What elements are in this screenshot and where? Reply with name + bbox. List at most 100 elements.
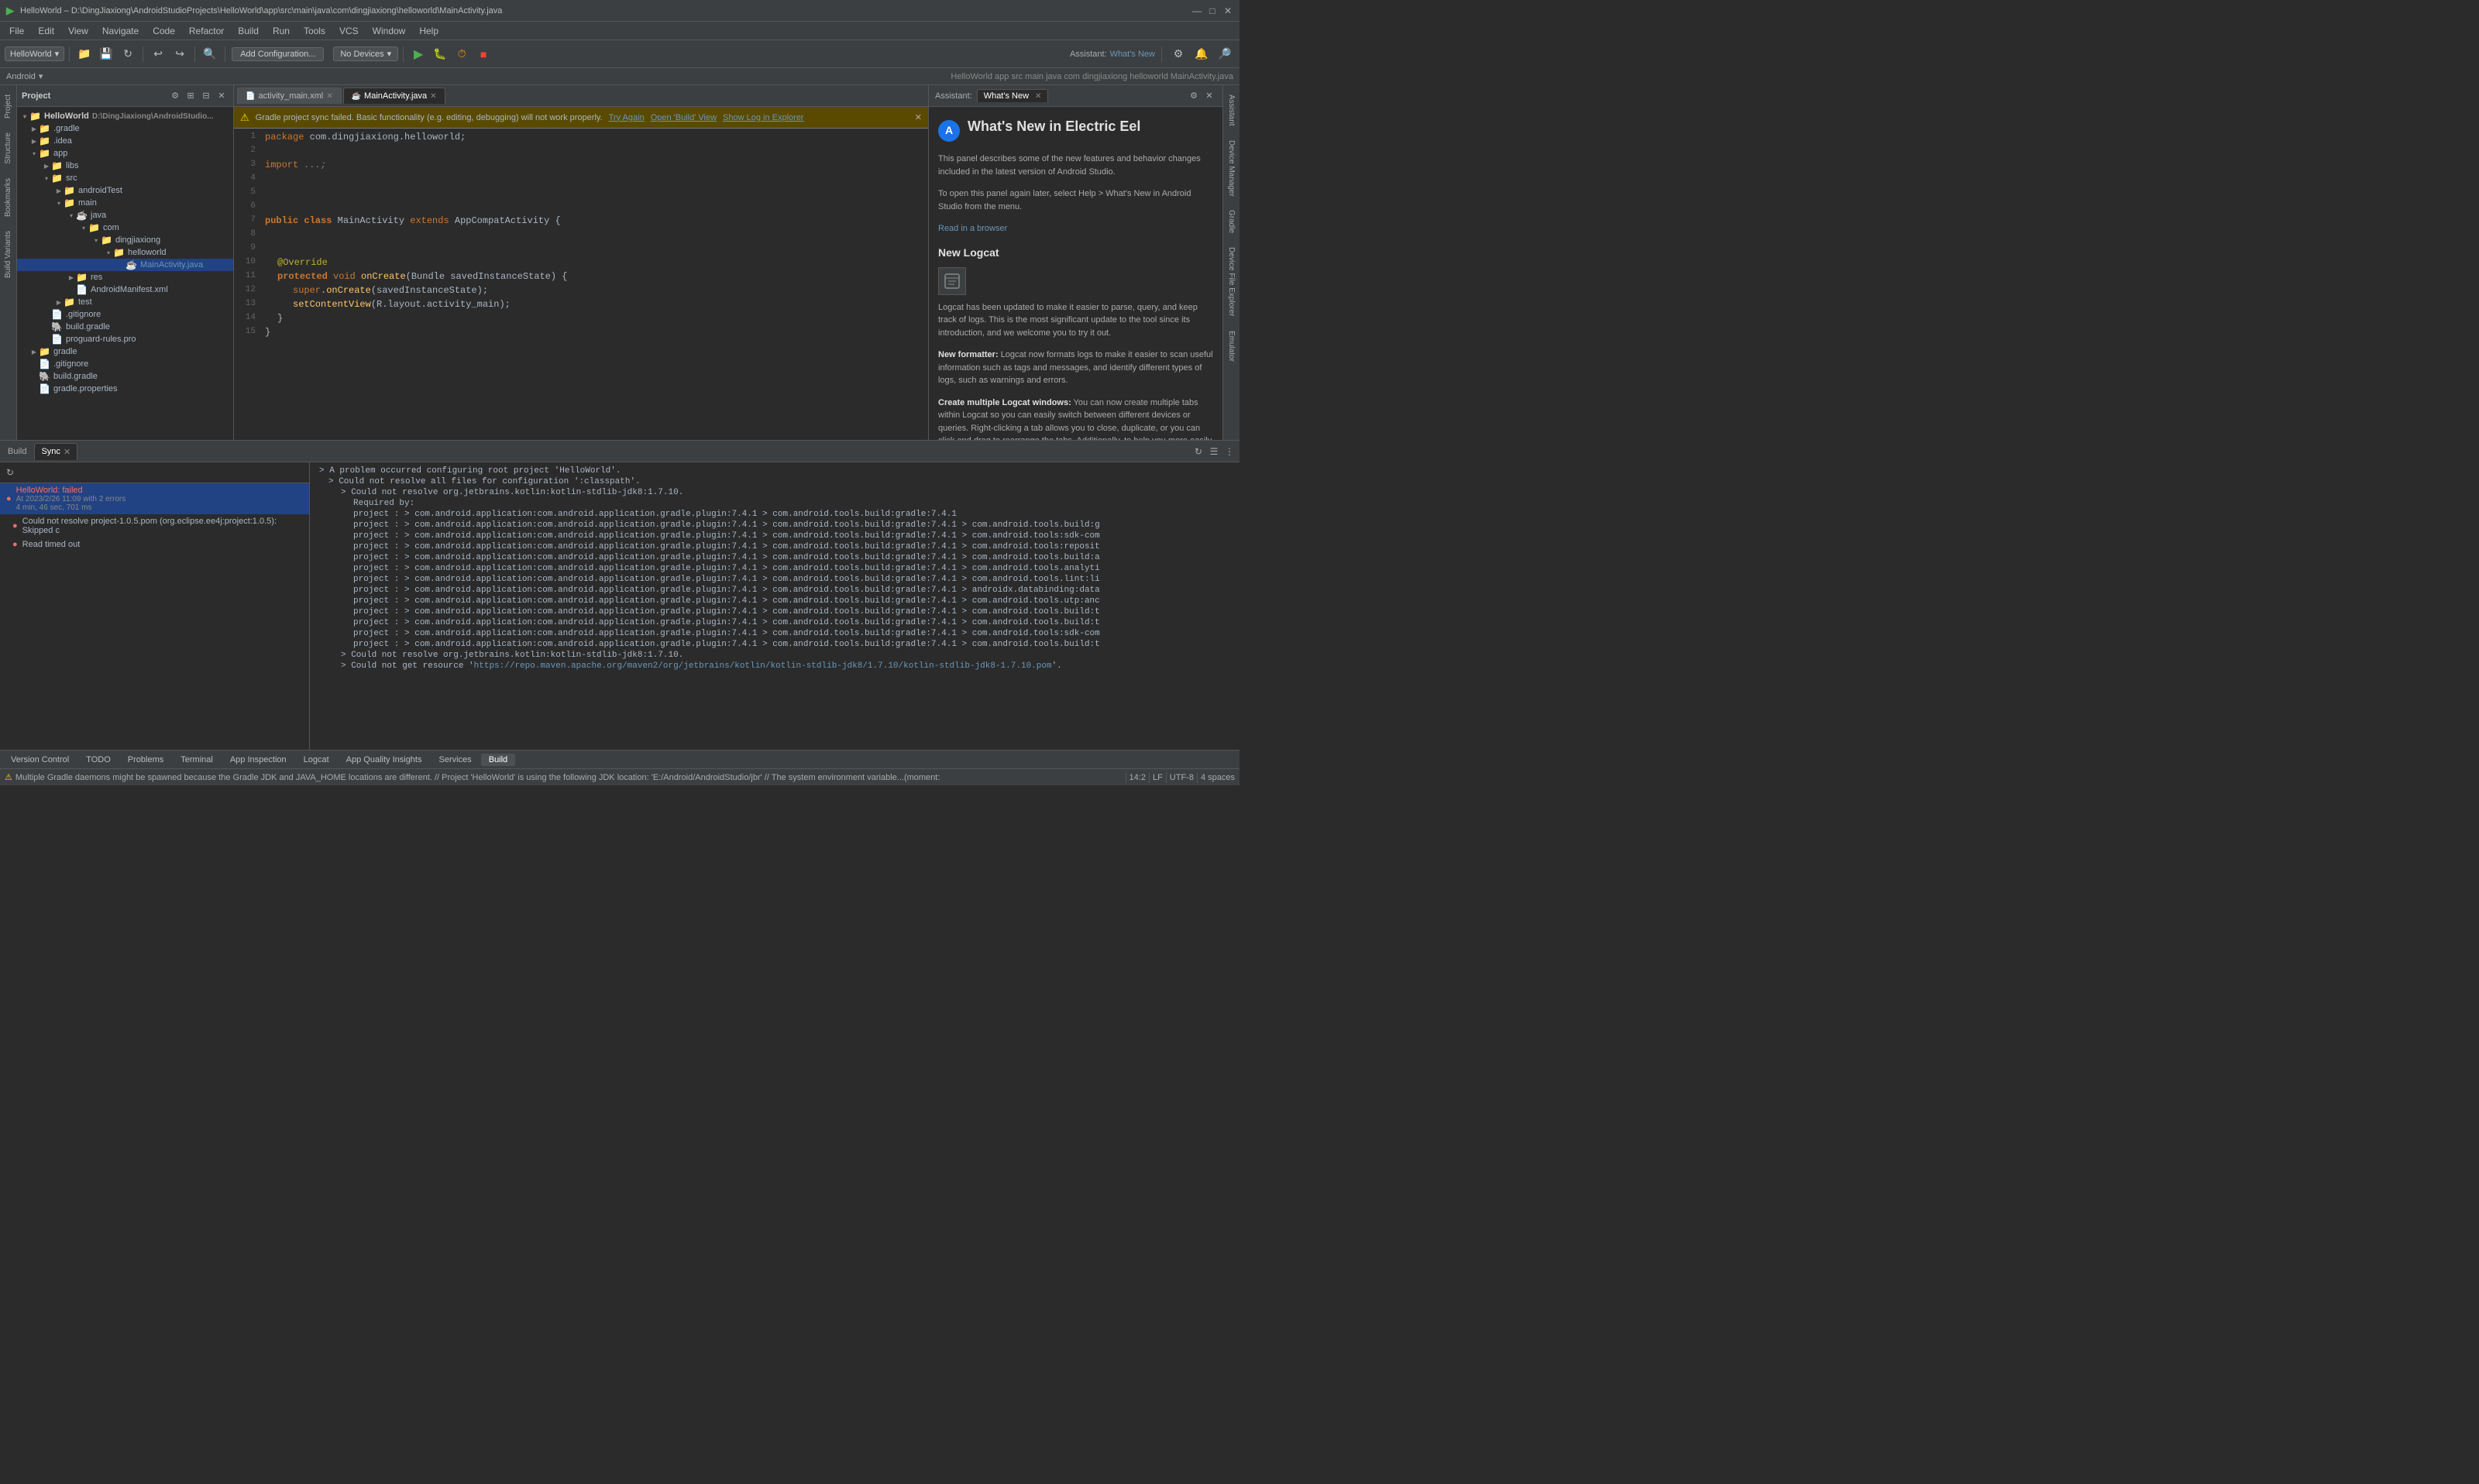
toolbar-open[interactable]: 📁 bbox=[74, 44, 95, 64]
tree-item-gitignore-app[interactable]: 📄 .gitignore bbox=[17, 308, 233, 321]
tool-tab-terminal[interactable]: Terminal bbox=[173, 754, 221, 766]
run-button[interactable]: ▶ bbox=[408, 44, 428, 64]
right-tab-assistant[interactable]: Assistant bbox=[1225, 88, 1238, 132]
bottom-panel-build-label[interactable]: Build bbox=[3, 445, 31, 458]
tree-item-idea[interactable]: ▶ 📁 .idea bbox=[17, 135, 233, 147]
tool-tab-version-control[interactable]: Version Control bbox=[3, 754, 77, 766]
tree-item-gradle-hidden[interactable]: ▶ 📁 .gradle bbox=[17, 122, 233, 135]
tree-item-build-gradle-app[interactable]: 🐘 build.gradle bbox=[17, 321, 233, 333]
debug-button[interactable]: 🐛 bbox=[430, 44, 450, 64]
menu-vcs[interactable]: VCS bbox=[333, 24, 365, 38]
tree-item-test[interactable]: ▶ 📁 test bbox=[17, 296, 233, 308]
stop-button[interactable]: ■ bbox=[473, 44, 493, 64]
toolbar-save[interactable]: 💾 bbox=[96, 44, 116, 64]
sidebar-tab-structure[interactable]: Structure bbox=[2, 126, 15, 170]
assistant-read-browser-link[interactable]: Read in a browser bbox=[938, 224, 1007, 233]
tree-item-manifest[interactable]: 📄 AndroidManifest.xml bbox=[17, 283, 233, 296]
menu-edit[interactable]: Edit bbox=[32, 24, 60, 38]
code-editor[interactable]: 1 package com.dingjiaxiong.helloworld; 2… bbox=[234, 129, 928, 440]
devices-selector[interactable]: No Devices ▾ bbox=[333, 46, 398, 61]
toolbar-settings[interactable]: ⚙ bbox=[1168, 44, 1188, 64]
sidebar-tab-bookmarks[interactable]: Bookmarks bbox=[2, 172, 15, 223]
maximize-button[interactable]: □ bbox=[1207, 5, 1218, 16]
sidebar-tab-project[interactable]: Project bbox=[2, 88, 15, 125]
tree-item-proguard[interactable]: 📄 proguard-rules.pro bbox=[17, 333, 233, 345]
build-refresh-icon[interactable]: ↻ bbox=[1191, 445, 1205, 459]
menu-code[interactable]: Code bbox=[146, 24, 181, 38]
whats-new-link[interactable]: What's New bbox=[1110, 50, 1155, 59]
toolbar-sync[interactable]: ↻ bbox=[118, 44, 138, 64]
menu-run[interactable]: Run bbox=[266, 24, 296, 38]
right-tab-device-file-explorer[interactable]: Device File Explorer bbox=[1225, 241, 1238, 322]
tree-item-gradle-props[interactable]: 📄 gradle.properties bbox=[17, 383, 233, 395]
tool-tab-app-quality[interactable]: App Quality Insights bbox=[339, 754, 430, 766]
gradle-show-log-link[interactable]: Show Log in Explorer bbox=[723, 113, 804, 122]
menu-help[interactable]: Help bbox=[413, 24, 445, 38]
tree-item-gradle-folder[interactable]: ▶ 📁 gradle bbox=[17, 345, 233, 358]
tree-item-libs[interactable]: ▶ 📁 libs bbox=[17, 160, 233, 172]
toolbar-redo[interactable]: ↪ bbox=[170, 44, 190, 64]
build-maven-link[interactable]: https://repo.maven.apache.org/maven2/org… bbox=[474, 661, 1052, 671]
tree-item-main[interactable]: ▾ 📁 main bbox=[17, 197, 233, 209]
tool-tab-logcat[interactable]: Logcat bbox=[296, 754, 337, 766]
tree-item-com[interactable]: ▾ 📁 com bbox=[17, 222, 233, 234]
build-left-refresh[interactable]: ↻ bbox=[3, 465, 17, 479]
toolbar-notifications[interactable]: 🔔 bbox=[1191, 44, 1212, 64]
build-more-icon[interactable]: ⋮ bbox=[1222, 445, 1236, 459]
build-item-helloworld-failed[interactable]: ● HelloWorld: failed At 2023/2/26 11:09 … bbox=[0, 483, 309, 514]
menu-tools[interactable]: Tools bbox=[297, 24, 332, 38]
tool-tab-build[interactable]: Build bbox=[481, 754, 515, 766]
tab-activity-main-close[interactable]: ✕ bbox=[326, 92, 332, 101]
statusbar-line-col[interactable]: 14:2 bbox=[1129, 773, 1146, 782]
right-tab-device-manager[interactable]: Device Manager bbox=[1225, 134, 1238, 203]
tree-item-res[interactable]: ▶ 📁 res bbox=[17, 271, 233, 283]
sidebar-tab-build-variants[interactable]: Build Variants bbox=[2, 225, 15, 284]
close-button[interactable]: ✕ bbox=[1222, 5, 1233, 16]
toolbar-search[interactable]: 🔍 bbox=[200, 44, 220, 64]
tool-tab-todo[interactable]: TODO bbox=[78, 754, 119, 766]
menu-build[interactable]: Build bbox=[232, 24, 265, 38]
assistant-close-icon[interactable]: ✕ bbox=[1202, 89, 1216, 103]
build-output-panel[interactable]: > A problem occurred configuring root pr… bbox=[310, 462, 1240, 750]
assistant-tab-close[interactable]: ✕ bbox=[1035, 92, 1041, 101]
project-collapse-icon[interactable]: ⊟ bbox=[199, 89, 213, 103]
tree-root[interactable]: ▾ 📁 HelloWorld D:\DingJiaxiong\AndroidSt… bbox=[17, 110, 233, 122]
gradle-open-build-link[interactable]: Open 'Build' View bbox=[651, 113, 717, 122]
project-close-icon[interactable]: ✕ bbox=[215, 89, 229, 103]
gradle-warning-close[interactable]: ✕ bbox=[915, 112, 922, 122]
tree-item-helloworld[interactable]: ▾ 📁 helloworld bbox=[17, 246, 233, 259]
build-item-error1[interactable]: ● Could not resolve project-1.0.5.pom (o… bbox=[0, 514, 309, 538]
statusbar-spaces[interactable]: 4 spaces bbox=[1201, 773, 1235, 782]
tree-item-build-gradle-root[interactable]: 🐘 build.gradle bbox=[17, 370, 233, 383]
assistant-tab-whats-new[interactable]: What's New ✕ bbox=[977, 89, 1049, 102]
tree-item-java[interactable]: ▾ ☕ java bbox=[17, 209, 233, 222]
build-filter-icon[interactable]: ☰ bbox=[1207, 445, 1221, 459]
statusbar-encoding[interactable]: UTF-8 bbox=[1170, 773, 1194, 782]
tree-item-androidtest[interactable]: ▶ 📁 androidTest bbox=[17, 184, 233, 197]
profile-button[interactable]: ⏱ bbox=[452, 44, 472, 64]
assistant-settings-icon[interactable]: ⚙ bbox=[1187, 89, 1201, 103]
tree-item-src[interactable]: ▾ 📁 src bbox=[17, 172, 233, 184]
menu-view[interactable]: View bbox=[62, 24, 95, 38]
minimize-button[interactable]: — bbox=[1191, 5, 1202, 16]
tool-tab-problems[interactable]: Problems bbox=[120, 754, 171, 766]
toolbar-undo[interactable]: ↩ bbox=[148, 44, 168, 64]
project-gear-icon[interactable]: ⚙ bbox=[168, 89, 182, 103]
menu-navigate[interactable]: Navigate bbox=[96, 24, 145, 38]
menu-refactor[interactable]: Refactor bbox=[183, 24, 230, 38]
tool-tab-app-inspection[interactable]: App Inspection bbox=[222, 754, 294, 766]
build-item-error2[interactable]: ● Read timed out bbox=[0, 538, 309, 551]
gradle-try-again-link[interactable]: Try Again bbox=[609, 113, 645, 122]
tab-main-activity-close[interactable]: ✕ bbox=[430, 92, 436, 101]
tree-item-app[interactable]: ▾ 📁 app bbox=[17, 147, 233, 160]
bottom-panel-sync-tab[interactable]: Sync ✕ bbox=[34, 443, 77, 460]
toolbar-search-everywhere[interactable]: 🔎 bbox=[1215, 44, 1235, 64]
right-tab-emulator[interactable]: Emulator bbox=[1225, 325, 1238, 368]
menu-window[interactable]: Window bbox=[366, 24, 412, 38]
menu-file[interactable]: File bbox=[3, 24, 30, 38]
sync-tab-close[interactable]: ✕ bbox=[64, 447, 70, 457]
tab-activity-main[interactable]: 📄 activity_main.xml ✕ bbox=[237, 88, 342, 104]
tool-tab-services[interactable]: Services bbox=[432, 754, 480, 766]
tab-main-activity[interactable]: ☕ MainActivity.java ✕ bbox=[343, 88, 445, 104]
project-selector[interactable]: HelloWorld ▾ bbox=[5, 46, 64, 61]
